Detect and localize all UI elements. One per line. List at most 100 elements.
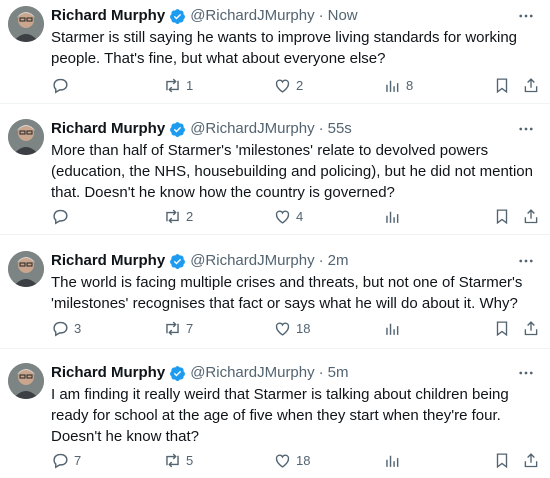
- verified-badge-icon: [169, 8, 186, 25]
- bookmark-icon: [496, 208, 508, 224]
- views-button[interactable]: 8: [383, 75, 413, 95]
- tweet-header: Richard Murphy @RichardJMurphy · 55s: [51, 119, 352, 139]
- reply-button[interactable]: [51, 206, 74, 226]
- tweet-text: Starmer is still saying he wants to impr…: [51, 29, 518, 67]
- retweet-icon: [166, 209, 179, 223]
- share-icon: [524, 77, 538, 92]
- author-name[interactable]: Richard Murphy: [51, 119, 165, 139]
- reply-icon: [53, 453, 68, 468]
- bookmark-icon: [496, 452, 508, 468]
- views-icon: [386, 80, 399, 92]
- like-count: 18: [296, 452, 311, 468]
- action-bar: 2 4: [51, 206, 541, 226]
- like-button[interactable]: 18: [273, 450, 310, 470]
- author-handle[interactable]: @RichardJMurphy: [190, 251, 314, 271]
- retweet-count: 1: [186, 77, 194, 93]
- separator-dot: ·: [318, 252, 324, 269]
- reply-button[interactable]: 7: [51, 450, 81, 470]
- bookmark-button[interactable]: [493, 318, 511, 338]
- tweet-header: Richard Murphy @RichardJMurphy · 5m: [51, 363, 348, 383]
- avatar[interactable]: [8, 251, 44, 287]
- tweet[interactable]: Richard Murphy @RichardJMurphy · 55s Mor…: [0, 113, 550, 235]
- views-count: 8: [406, 77, 414, 93]
- action-bar: 1 2 8: [51, 75, 541, 95]
- like-icon: [275, 322, 290, 336]
- views-icon: [386, 211, 399, 223]
- like-button[interactable]: 18: [273, 318, 310, 338]
- bookmark-button[interactable]: [493, 75, 511, 95]
- views-icon: [386, 455, 399, 467]
- timestamp[interactable]: 55s: [328, 119, 352, 139]
- share-icon: [524, 320, 538, 335]
- reply-count: 3: [74, 320, 82, 336]
- retweet-count: 5: [186, 452, 194, 468]
- like-icon: [275, 210, 290, 224]
- author-name[interactable]: Richard Murphy: [51, 251, 165, 271]
- separator-dot: ·: [318, 364, 324, 381]
- separator-dot: ·: [318, 120, 324, 137]
- timestamp[interactable]: 5m: [328, 363, 349, 383]
- reply-icon: [53, 321, 68, 336]
- like-count: 2: [296, 77, 304, 93]
- like-button[interactable]: 4: [273, 206, 303, 226]
- more-icon[interactable]: [516, 363, 536, 383]
- views-button[interactable]: [383, 206, 406, 226]
- retweet-count: 7: [186, 320, 194, 336]
- reply-icon: [53, 78, 68, 93]
- verified-badge-icon: [169, 121, 186, 138]
- avatar[interactable]: [8, 119, 44, 155]
- retweet-button[interactable]: 1: [163, 75, 193, 95]
- tweet[interactable]: Richard Murphy @RichardJMurphy · 5m I am…: [0, 357, 550, 478]
- tweet[interactable]: Richard Murphy @RichardJMurphy · 2m The …: [0, 245, 550, 349]
- author-name[interactable]: Richard Murphy: [51, 6, 165, 26]
- tweet-text: I am finding it really weird that Starme…: [51, 386, 509, 445]
- retweet-icon: [166, 321, 179, 335]
- bookmark-icon: [496, 320, 508, 336]
- retweet-icon: [166, 78, 179, 92]
- views-icon: [386, 323, 399, 335]
- retweet-count: 2: [186, 208, 194, 224]
- timestamp[interactable]: Now: [328, 6, 358, 26]
- share-button[interactable]: [522, 318, 540, 338]
- like-count: 18: [296, 320, 311, 336]
- retweet-button[interactable]: 7: [163, 318, 193, 338]
- share-icon: [524, 452, 538, 467]
- author-handle[interactable]: @RichardJMurphy: [190, 363, 314, 383]
- tweet-text: More than half of Starmer's 'milestones'…: [51, 142, 533, 201]
- share-button[interactable]: [522, 75, 540, 95]
- author-name[interactable]: Richard Murphy: [51, 363, 165, 383]
- action-bar: 3 7 18: [51, 318, 541, 338]
- share-icon: [524, 208, 538, 223]
- verified-badge-icon: [169, 253, 186, 270]
- retweet-button[interactable]: 5: [163, 450, 193, 470]
- more-icon[interactable]: [516, 119, 536, 139]
- more-icon[interactable]: [516, 6, 536, 26]
- views-button[interactable]: [383, 450, 406, 470]
- tweet-text: The world is facing multiple crises and …: [51, 274, 523, 312]
- tweet[interactable]: Richard Murphy @RichardJMurphy · Now Sta…: [0, 0, 550, 104]
- author-handle[interactable]: @RichardJMurphy: [190, 119, 314, 139]
- bookmark-icon: [496, 77, 508, 93]
- author-handle[interactable]: @RichardJMurphy: [190, 6, 314, 26]
- views-button[interactable]: [383, 318, 406, 338]
- reply-button[interactable]: [51, 75, 74, 95]
- verified-badge-icon: [169, 365, 186, 382]
- retweet-icon: [166, 453, 179, 467]
- share-button[interactable]: [522, 206, 540, 226]
- avatar[interactable]: [8, 6, 44, 42]
- timestamp[interactable]: 2m: [328, 251, 349, 271]
- reply-count: 7: [74, 452, 82, 468]
- retweet-button[interactable]: 2: [163, 206, 193, 226]
- tweet-header: Richard Murphy @RichardJMurphy · 2m: [51, 251, 348, 271]
- action-bar: 7 5 18: [51, 450, 541, 470]
- like-icon: [275, 79, 290, 93]
- like-icon: [275, 454, 290, 468]
- share-button[interactable]: [522, 450, 540, 470]
- avatar[interactable]: [8, 363, 44, 399]
- separator-dot: ·: [318, 7, 324, 24]
- more-icon[interactable]: [516, 251, 536, 271]
- reply-button[interactable]: 3: [51, 318, 81, 338]
- bookmark-button[interactable]: [493, 450, 511, 470]
- like-button[interactable]: 2: [273, 75, 303, 95]
- bookmark-button[interactable]: [493, 206, 511, 226]
